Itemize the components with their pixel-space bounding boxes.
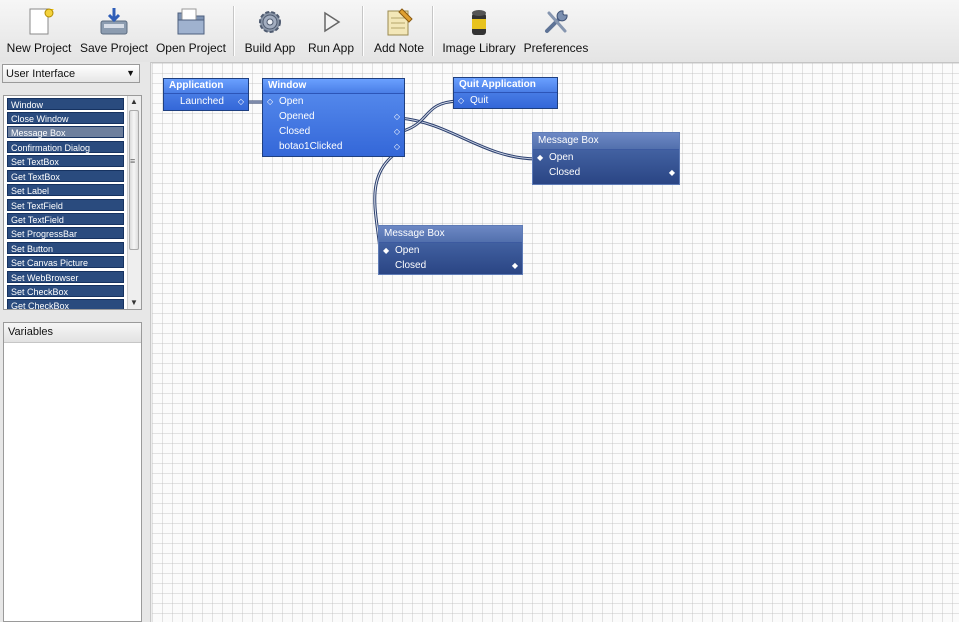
node-port[interactable]: botao1Clicked ◇: [263, 139, 404, 154]
node-port[interactable]: Closed ◇: [263, 124, 404, 139]
port-out-icon[interactable]: ◇: [394, 139, 400, 154]
port-out-icon[interactable]: ◇: [238, 94, 244, 109]
image-library-button[interactable]: Image Library: [439, 0, 519, 62]
list-item[interactable]: Close Window: [7, 112, 124, 124]
list-item[interactable]: Confirmation Dialog: [7, 141, 124, 153]
node-quit-application[interactable]: Quit Application ◇ Quit: [453, 77, 558, 109]
node-port[interactable]: Closed ◆: [379, 258, 522, 273]
new-project-button[interactable]: New Project: [4, 0, 74, 62]
node-title: Quit Application: [454, 78, 557, 93]
list-item[interactable]: Set TextBox: [7, 155, 124, 167]
add-note-button[interactable]: Add Note: [369, 0, 429, 62]
list-item[interactable]: Set CheckBox: [7, 285, 124, 297]
node-title: Message Box: [533, 133, 679, 150]
tools-icon: [545, 10, 568, 33]
block-list-scrollbar[interactable]: ▲ ≡ ▼: [127, 96, 141, 309]
variables-header: Variables: [4, 323, 141, 343]
port-out-icon[interactable]: ◇: [394, 109, 400, 124]
port-in-icon[interactable]: ◇: [267, 94, 273, 109]
category-dropdown[interactable]: User Interface ▼: [2, 64, 140, 83]
open-project-button[interactable]: Open Project: [154, 0, 228, 62]
image-library-icon: [472, 10, 486, 35]
list-item[interactable]: Set WebBrowser: [7, 271, 124, 283]
list-item[interactable]: Get CheckBox: [7, 299, 124, 309]
variables-panel: Variables: [3, 322, 142, 622]
list-item[interactable]: Get TextBox: [7, 170, 124, 182]
scrollbar-thumb[interactable]: [129, 110, 139, 250]
node-port[interactable]: ◆ Open: [379, 243, 522, 258]
block-list: Window Close Window Message Box Confirma…: [3, 95, 142, 310]
scroll-down-icon[interactable]: ▼: [130, 298, 138, 307]
toolbar-separator: [233, 6, 235, 56]
flow-canvas[interactable]: Application Launched ◇ Window ◇ Open Ope…: [152, 63, 959, 622]
scroll-up-icon[interactable]: ▲: [130, 97, 138, 106]
node-port[interactable]: ◆ Open: [533, 150, 679, 165]
gear-icon: [259, 11, 281, 33]
wire-closed-quit: [399, 99, 458, 134]
port-in-icon[interactable]: ◆: [383, 243, 389, 258]
open-project-icon: [177, 8, 205, 35]
grip-icon: ≡: [130, 156, 136, 166]
list-item[interactable]: Set TextField: [7, 199, 124, 211]
toolbar-separator: [432, 6, 434, 56]
list-item[interactable]: Window: [7, 98, 124, 110]
list-item[interactable]: Get TextField: [7, 213, 124, 225]
node-application[interactable]: Application Launched ◇: [163, 78, 249, 111]
node-title: Message Box: [379, 226, 522, 243]
port-in-icon[interactable]: ◇: [458, 93, 464, 108]
run-app-button[interactable]: Run App: [303, 0, 359, 62]
node-message-box[interactable]: Message Box ◆ Open Closed ◆: [378, 225, 523, 275]
node-port[interactable]: ◇ Open: [263, 94, 404, 109]
node-port[interactable]: Opened ◇: [263, 109, 404, 124]
node-port[interactable]: ◇ Quit: [454, 93, 557, 108]
chevron-down-icon: ▼: [126, 68, 135, 78]
node-port[interactable]: Launched ◇: [164, 94, 248, 109]
wire-opened-msgbox: [399, 117, 537, 160]
port-in-icon[interactable]: ◆: [537, 150, 543, 165]
node-window[interactable]: Window ◇ Open Opened ◇ Closed ◇ botao1Cl…: [262, 78, 405, 157]
port-out-icon[interactable]: ◇: [394, 124, 400, 139]
port-out-icon[interactable]: ◆: [512, 258, 518, 273]
node-title: Window: [263, 79, 404, 94]
wire-opened-msgbox: [399, 116, 537, 161]
toolbar: New Project Save Project Open Project Bu…: [0, 0, 959, 63]
save-project-icon: [100, 8, 128, 35]
list-item[interactable]: Set Button: [7, 242, 124, 254]
list-item[interactable]: Set Canvas Picture: [7, 256, 124, 268]
new-project-icon: [29, 8, 54, 35]
node-title: Application: [164, 79, 248, 94]
list-item[interactable]: Message Box: [7, 126, 124, 138]
node-port[interactable]: Closed ◆: [533, 165, 679, 180]
preferences-button[interactable]: Preferences: [522, 0, 590, 62]
list-item[interactable]: Set ProgressBar: [7, 227, 124, 239]
build-app-button[interactable]: Build App: [240, 0, 300, 62]
node-message-box[interactable]: Message Box ◆ Open Closed ◆: [532, 132, 680, 185]
play-icon: [324, 11, 341, 33]
port-out-icon[interactable]: ◆: [669, 165, 675, 180]
toolbar-separator: [362, 6, 364, 56]
notepad-icon: [387, 8, 413, 36]
left-panel: User Interface ▼ Window Close Window Mes…: [0, 62, 151, 622]
list-item[interactable]: Set Label: [7, 184, 124, 196]
save-project-button[interactable]: Save Project: [79, 0, 149, 62]
